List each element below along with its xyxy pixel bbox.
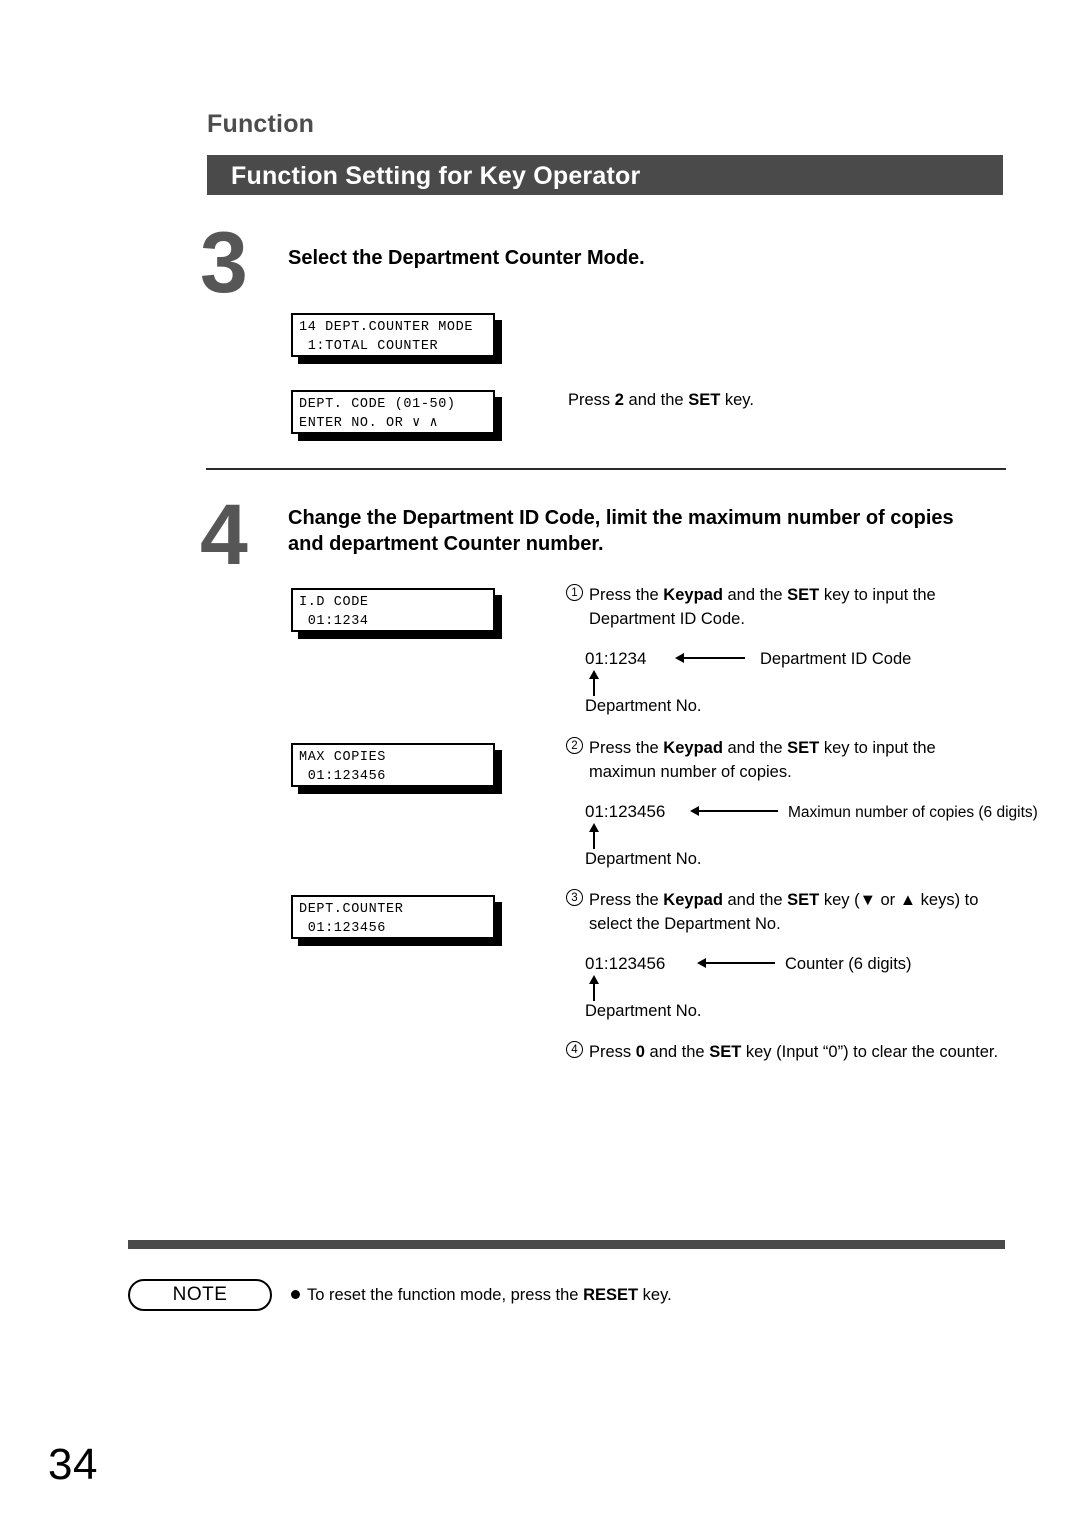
substep-4-mid: and the <box>644 1043 710 1061</box>
lcd-display-dept-code: DEPT. CODE (01-50) ENTER NO. OR ∨ ∧ <box>291 390 495 434</box>
step-4-heading-line-2: and department Counter number. <box>288 533 604 555</box>
lcd-line-2: ENTER NO. OR ∨ ∧ <box>299 416 439 431</box>
note-body: To reset the function mode, press the RE… <box>291 1284 672 1306</box>
substep-2-key-keypad: Keypad <box>663 739 723 757</box>
note-separator-bar <box>128 1240 1005 1249</box>
substep-3-key-set: SET <box>787 891 820 909</box>
substep-2-marker: 2 <box>566 737 583 754</box>
lcd-display-max-copies: MAX COPIES 01:123456 <box>291 743 495 787</box>
lcd-line-2: 01:123456 <box>299 921 387 936</box>
section-divider <box>206 468 1006 470</box>
lcd-line-1: MAX COPIES <box>299 750 387 765</box>
substep-3-key-keypad: Keypad <box>663 891 723 909</box>
substep-4-instruction: 4 Press 0 and the SET key (Input “0”) to… <box>566 1040 1036 1064</box>
step-3-instruction-post: key. <box>720 391 754 409</box>
annotation-id-code-label: Department ID Code <box>760 650 912 668</box>
lcd-line-2: 1:TOTAL COUNTER <box>299 339 439 354</box>
annotation-department-no-label: Department No. <box>585 697 702 715</box>
substep-1-key-keypad: Keypad <box>663 586 723 604</box>
step-3-instruction-pre: Press <box>568 391 615 409</box>
lcd-line-1: DEPT. CODE (01-50) <box>299 397 456 412</box>
lcd-line-1: 14 DEPT.COUNTER MODE <box>299 320 474 335</box>
annotation-department-no-label: Department No. <box>585 1002 702 1020</box>
substep-1-post: key to input the <box>819 586 936 604</box>
step-3-instruction: Press 2 and the SET key. <box>568 388 754 412</box>
substep-2-post: key to input the <box>819 739 936 757</box>
annotation-department-no-label: Department No. <box>585 850 702 868</box>
step-3-key-set: SET <box>688 391 721 409</box>
lcd-line-2: 01:1234 <box>299 614 369 629</box>
substep-2-text: Press the Keypad and the SET key to inpu… <box>589 736 1016 784</box>
substep-4-key-0: 0 <box>635 1043 645 1061</box>
page-title: Function Setting for Key Operator <box>231 162 641 190</box>
note-text-pre: To reset the function mode, press the <box>307 1286 584 1304</box>
up-arrow-icon <box>589 670 599 696</box>
lcd-display-dept-counter: DEPT.COUNTER 01:123456 <box>291 895 495 939</box>
step-3-key-2: 2 <box>614 391 624 409</box>
lcd-line-2: 01:123456 <box>299 769 387 784</box>
substep-3-instruction: 3 Press the Keypad and the SET key (▼ or… <box>566 888 1026 936</box>
note-key-reset: RESET <box>583 1286 639 1304</box>
substep-4-post: key (Input “0”) to clear the counter. <box>741 1043 999 1061</box>
lcd-line-1: DEPT.COUNTER <box>299 902 404 917</box>
substep-3-mid: and the <box>722 891 788 909</box>
substep-1-key-set: SET <box>787 586 820 604</box>
substep-2-line-2: maximun number of copies. <box>589 763 792 781</box>
page-section-label: Function <box>207 110 315 138</box>
substep-3-marker: 3 <box>566 889 583 906</box>
substep-1-marker: 1 <box>566 584 583 601</box>
step-3-instruction-mid: and the <box>623 391 689 409</box>
substep-2-mid: and the <box>722 739 788 757</box>
up-arrow-icon <box>589 823 599 849</box>
left-arrow-icon <box>675 653 745 663</box>
annotation-counter-value: 01:123456 <box>585 954 666 973</box>
substep-3-pre: Press the <box>589 891 664 909</box>
step-3-number: 3 <box>200 215 248 311</box>
annotation-max-copies-value: 01:123456 <box>585 802 666 821</box>
substep-1-text: Press the Keypad and the SET key to inpu… <box>589 583 1016 631</box>
substep-1-pre: Press the <box>589 586 664 604</box>
substep-1-mid: and the <box>722 586 788 604</box>
annotation-id-code-value: 01:1234 <box>585 649 647 668</box>
substep-3-text: Press the Keypad and the SET key (▼ or ▲… <box>589 888 1026 936</box>
lcd-line-1: I.D CODE <box>299 595 369 610</box>
lcd-display-dept-counter-mode: 14 DEPT.COUNTER MODE 1:TOTAL COUNTER <box>291 313 495 357</box>
substep-2-instruction: 2 Press the Keypad and the SET key to in… <box>566 736 1016 784</box>
bullet-icon <box>291 1290 300 1299</box>
step-4-heading: Change the Department ID Code, limit the… <box>288 505 1028 557</box>
note-badge-label: NOTE <box>172 1284 228 1305</box>
up-arrow-icon <box>589 975 599 1001</box>
page-title-bar: Function Setting for Key Operator <box>207 155 1003 195</box>
substep-4-marker: 4 <box>566 1041 583 1058</box>
substep-1-instruction: 1 Press the Keypad and the SET key to in… <box>566 583 1016 631</box>
page-number: 34 <box>48 1440 98 1489</box>
left-arrow-icon <box>697 958 775 968</box>
annotation-counter-label: Counter (6 digits) <box>785 955 912 973</box>
substep-3-line-2: select the Department No. <box>589 915 781 933</box>
substep-3-post: key (▼ or ▲ keys) to <box>819 891 979 909</box>
substep-4-key-set: SET <box>709 1043 742 1061</box>
note-text-post: key. <box>638 1286 672 1304</box>
note-badge: NOTE <box>128 1279 272 1311</box>
substep-2-pre: Press the <box>589 739 664 757</box>
left-arrow-icon <box>690 806 778 816</box>
annotation-max-copies-label: Maximun number of copies (6 digits) <box>788 804 1038 821</box>
substep-4-pre: Press <box>589 1043 636 1061</box>
substep-1-line-2: Department ID Code. <box>589 610 745 628</box>
step-3-heading: Select the Department Counter Mode. <box>288 247 645 269</box>
lcd-display-id-code: I.D CODE 01:1234 <box>291 588 495 632</box>
step-4-heading-line-1: Change the Department ID Code, limit the… <box>288 507 954 529</box>
substep-4-text: Press 0 and the SET key (Input “0”) to c… <box>589 1040 1036 1064</box>
substep-2-key-set: SET <box>787 739 820 757</box>
step-4-number: 4 <box>200 487 248 583</box>
